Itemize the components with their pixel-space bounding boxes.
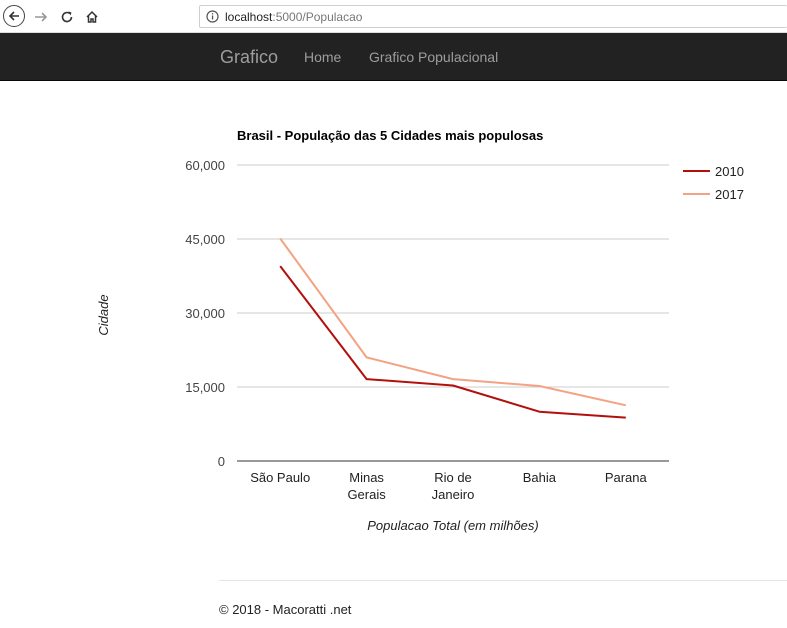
y-axis-title: Cidade xyxy=(96,294,111,335)
back-button[interactable] xyxy=(3,5,25,27)
address-bar[interactable]: localhost:5000/Populacao xyxy=(199,5,787,28)
home-button[interactable] xyxy=(81,6,103,28)
y-tick-label: 0 xyxy=(218,454,225,469)
footer-divider xyxy=(219,580,787,581)
x-tick-label: Janeiro xyxy=(432,487,475,502)
x-tick-label: Rio de xyxy=(434,470,472,485)
url-path: :5000/Populacao xyxy=(272,9,363,24)
browser-toolbar: localhost:5000/Populacao xyxy=(0,0,787,33)
url-host: localhost xyxy=(225,9,273,24)
x-tick-label: Parana xyxy=(605,470,648,485)
y-tick-label: 60,000 xyxy=(185,158,225,173)
info-icon[interactable] xyxy=(206,10,219,23)
nav-link-home[interactable]: Home xyxy=(304,49,341,65)
nav-link-grafico-populacional[interactable]: Grafico Populacional xyxy=(369,49,498,65)
series-line-2017 xyxy=(279,237,627,407)
y-tick-label: 15,000 xyxy=(185,380,225,395)
x-tick-label: São Paulo xyxy=(250,470,310,485)
legend-label-2017: 2017 xyxy=(715,187,744,202)
forward-button[interactable] xyxy=(30,6,52,28)
x-tick-label: Minas xyxy=(349,470,384,485)
home-icon xyxy=(86,10,98,23)
y-tick-label: 45,000 xyxy=(185,232,225,247)
chart-title: Brasil - População das 5 Cidades mais po… xyxy=(237,128,543,143)
x-tick-label: Bahia xyxy=(523,470,557,485)
footer-copyright: © 2018 - Macoratti .net xyxy=(219,602,352,617)
y-tick-label: 30,000 xyxy=(185,306,225,321)
x-axis-title: Populacao Total (em milhões) xyxy=(367,518,539,533)
back-arrow-icon xyxy=(8,11,19,21)
reload-button[interactable] xyxy=(56,6,78,28)
legend-label-2010: 2010 xyxy=(715,164,744,179)
site-navbar: Grafico Home Grafico Populacional xyxy=(0,33,787,81)
series-line-2010 xyxy=(279,265,626,419)
navbar-brand[interactable]: Grafico xyxy=(220,47,278,68)
x-tick-label: Gerais xyxy=(347,487,386,502)
forward-arrow-icon xyxy=(35,12,48,22)
reload-icon xyxy=(61,11,73,23)
population-line-chart: Brasil - População das 5 Cidades mais po… xyxy=(96,128,744,533)
